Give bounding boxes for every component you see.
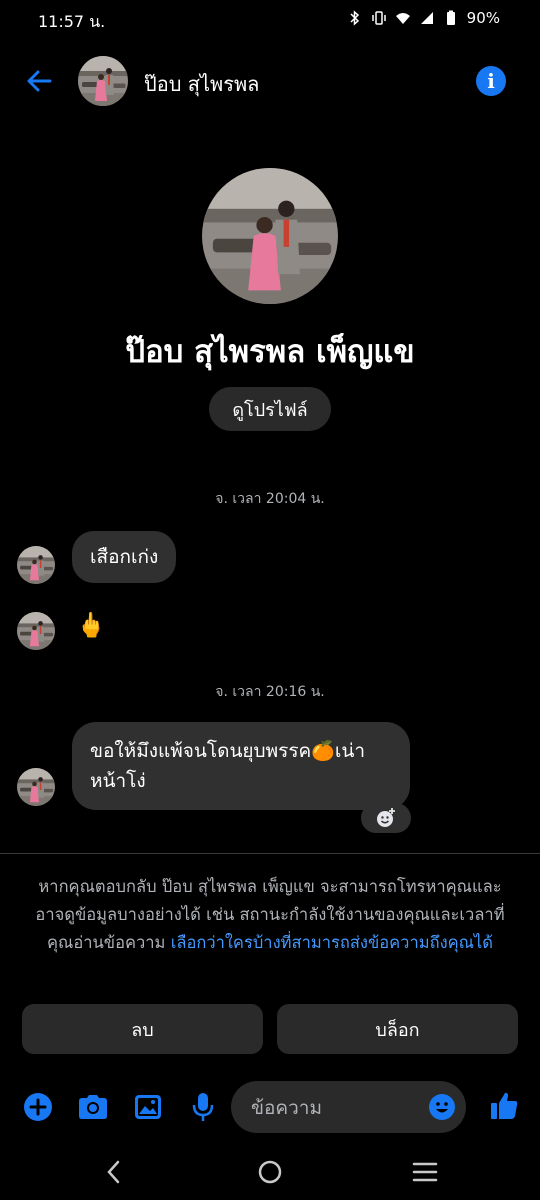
status-bar: 11:57 น. 90% xyxy=(0,0,540,42)
plus-icon xyxy=(24,1093,52,1121)
profile-name: ป๊อบ สุไพรพล เพ็ญแข xyxy=(125,334,415,370)
message-timestamp: จ. เวลา 20:16 น. xyxy=(215,684,325,700)
avatar-photo xyxy=(17,768,55,806)
chat-header: ป๊อบ สุไพรพล i xyxy=(0,50,540,114)
nav-back-button[interactable] xyxy=(94,1152,134,1192)
info-button[interactable]: i xyxy=(476,66,506,96)
message-text-line: ขอให้มึงแพ้จนโดนยุบพรรค🍊เน่า xyxy=(90,740,366,762)
add-reaction-icon xyxy=(377,808,395,827)
back-arrow-icon xyxy=(27,70,52,92)
status-time: 11:57 น. xyxy=(38,12,106,31)
battery-percent: 90% xyxy=(466,9,500,27)
like-button[interactable] xyxy=(484,1086,524,1126)
message-avatar xyxy=(17,546,55,584)
message-avatar xyxy=(17,612,55,650)
block-button[interactable]: บล็อก xyxy=(277,1004,518,1054)
header-contact-name[interactable]: ป๊อบ สุไพรพล xyxy=(144,68,259,100)
gallery-button[interactable] xyxy=(130,1089,166,1125)
message-request-notice: หากคุณตอบกลับ ป๊อบ สุไพรพล เพ็ญแข จะสามา… xyxy=(30,873,510,957)
header-avatar[interactable] xyxy=(78,56,128,106)
delete-button[interactable]: ลบ xyxy=(22,1004,263,1054)
message-emoji[interactable]: 🖕 xyxy=(76,611,106,639)
divider xyxy=(0,853,540,854)
message-input[interactable] xyxy=(249,1081,423,1135)
nav-recent-apps-button[interactable] xyxy=(405,1152,445,1192)
message-bubble[interactable]: ขอให้มึงแพ้จนโดนยุบพรรค🍊เน่า หน้าโง่ xyxy=(72,722,410,810)
profile-avatar xyxy=(202,168,338,304)
info-icon: i xyxy=(487,69,495,93)
voice-message-button[interactable] xyxy=(185,1089,221,1125)
message-timestamp: จ. เวลา 20:04 น. xyxy=(215,491,325,507)
nav-home-icon xyxy=(258,1160,282,1184)
add-reaction-button[interactable] xyxy=(361,803,411,833)
thumbs-up-icon xyxy=(491,1092,518,1119)
avatar-photo xyxy=(202,168,338,304)
nav-home-button[interactable] xyxy=(250,1152,290,1192)
avatar-photo xyxy=(17,546,55,584)
status-icons: 90% xyxy=(347,9,500,27)
avatar-photo xyxy=(17,612,55,650)
mic-icon xyxy=(192,1093,214,1121)
emoji-icon[interactable] xyxy=(428,1093,456,1121)
nav-recent-icon xyxy=(412,1162,438,1182)
battery-icon xyxy=(446,10,455,25)
camera-icon xyxy=(79,1095,107,1119)
vibrate-icon xyxy=(371,11,386,25)
nav-back-icon xyxy=(107,1160,120,1184)
avatar-photo xyxy=(78,56,128,106)
message-avatar xyxy=(17,768,55,806)
view-profile-button[interactable]: ดูโปรไฟล์ xyxy=(209,387,331,431)
camera-button[interactable] xyxy=(75,1089,111,1125)
wifi-icon xyxy=(395,13,410,24)
gallery-icon xyxy=(135,1095,161,1119)
message-input-container xyxy=(231,1081,466,1135)
signal-icon xyxy=(420,12,433,24)
bluetooth-icon xyxy=(350,10,359,26)
message-bubble[interactable]: เสือกเก่ง xyxy=(72,531,177,583)
message-text-line: หน้าโง่ xyxy=(90,770,146,792)
more-actions-button[interactable] xyxy=(20,1089,56,1125)
message-text: เสือกเก่ง xyxy=(90,546,159,568)
privacy-settings-link[interactable]: เลือกว่าใครบ้างที่สามารถส่งข้อความถึงคุณ… xyxy=(171,933,493,952)
back-button[interactable] xyxy=(22,64,56,98)
